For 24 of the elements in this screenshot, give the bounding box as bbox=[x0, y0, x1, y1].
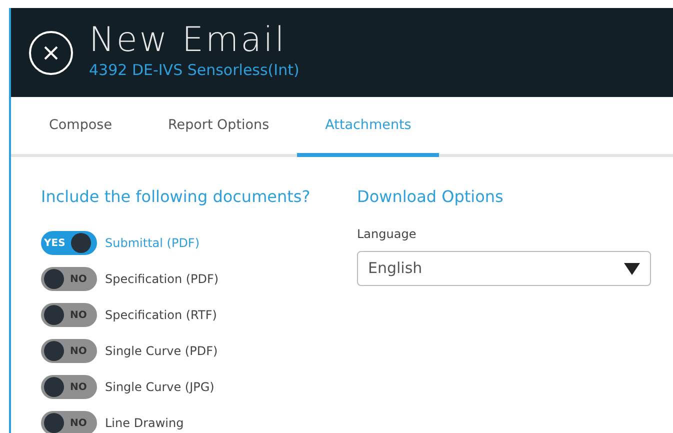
caret-icon bbox=[624, 262, 640, 274]
toggle-switch[interactable]: NO bbox=[41, 375, 97, 399]
tab[interactable]: Attachments bbox=[297, 97, 440, 157]
toggle-switch[interactable]: NO bbox=[41, 303, 97, 327]
language-dropdown[interactable]: English bbox=[357, 251, 651, 286]
toggle-label: Specification (RTF) bbox=[105, 307, 217, 324]
close-icon bbox=[43, 44, 59, 60]
toggle-switch[interactable]: NO bbox=[41, 267, 97, 291]
tab[interactable]: Report Options bbox=[140, 97, 298, 157]
toggle-switch[interactable]: NO bbox=[41, 411, 97, 433]
toggle-label: Line Drawing bbox=[105, 415, 184, 432]
window-title: New Email bbox=[89, 23, 288, 60]
toggle-switch[interactable]: NO bbox=[41, 339, 97, 363]
toggle-switch[interactable]: YES bbox=[41, 231, 97, 255]
field-label: Language bbox=[357, 226, 418, 243]
toggle-label: Single Curve (JPG) bbox=[105, 379, 214, 396]
tab[interactable]: Compose bbox=[21, 97, 140, 157]
section-heading: Include the following documents? bbox=[41, 186, 312, 208]
close-button[interactable] bbox=[29, 30, 73, 74]
toggle-label: Single Curve (PDF) bbox=[105, 343, 218, 360]
toggle-label: Specification (PDF) bbox=[105, 271, 219, 288]
section-heading: Download Options bbox=[357, 186, 504, 208]
window-subtitle: 4392 DE-IVS Sensorless(Int) bbox=[89, 60, 300, 82]
toggle-label: Submittal (PDF) bbox=[105, 235, 200, 252]
